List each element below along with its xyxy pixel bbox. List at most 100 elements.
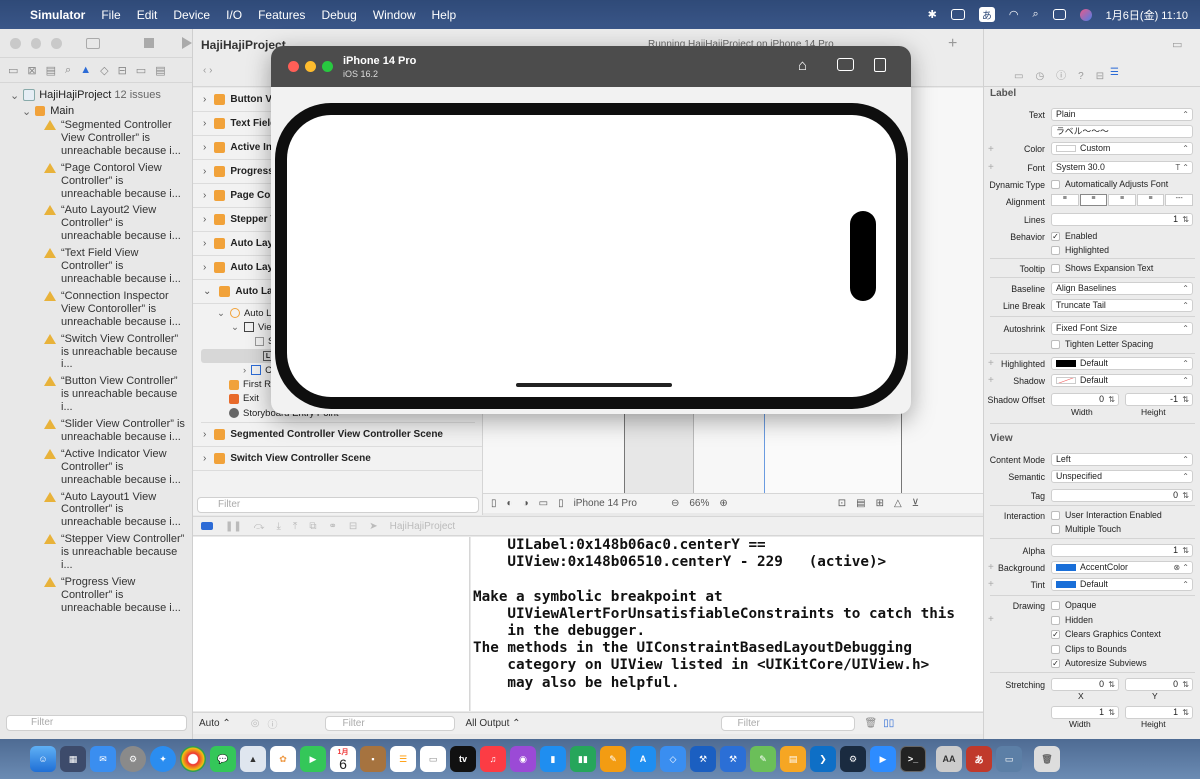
user-interaction-checkbox[interactable]: User Interaction Enabled bbox=[1051, 510, 1162, 520]
chevron-right-icon[interactable]: › bbox=[203, 453, 206, 464]
outline-toggle-icon[interactable]: ▯ bbox=[491, 498, 497, 509]
hide-debug-icon[interactable] bbox=[201, 522, 213, 530]
info-icon[interactable]: ⓘ bbox=[267, 716, 277, 731]
outline-scene-row[interactable]: › Switch View Controller Scene bbox=[193, 447, 482, 472]
tooltip-checkbox[interactable]: Shows Expansion Text bbox=[1051, 263, 1153, 273]
issue-item[interactable]: “Progress View Controller” is unreachabl… bbox=[0, 576, 192, 615]
vscode-icon[interactable]: ❯ bbox=[810, 746, 836, 772]
zoom-level[interactable]: 66% bbox=[689, 498, 709, 509]
app-store-icon[interactable]: A bbox=[630, 746, 656, 772]
enabled-checkbox[interactable]: ✓ Enabled bbox=[1051, 231, 1097, 241]
dynamic-type-checkbox[interactable]: Automatically Adjusts Font bbox=[1051, 179, 1168, 189]
issue-item[interactable]: “Button View Controller” is unreachable … bbox=[0, 375, 192, 414]
issue-item[interactable]: “Segmented Controller View Controller” i… bbox=[0, 119, 192, 158]
appearance-icon[interactable]: ◑ bbox=[523, 498, 529, 509]
text-edit-icon[interactable]: ✎ bbox=[750, 746, 776, 772]
instruments-icon[interactable]: ⚒ bbox=[720, 746, 746, 772]
music-icon[interactable]: ♫ bbox=[480, 746, 506, 772]
align-justify-icon[interactable]: ≡ bbox=[1136, 194, 1165, 206]
outline-scene-row[interactable]: › Segmented Controller View Controller Sc… bbox=[193, 423, 482, 448]
facetime-icon[interactable]: ▶ bbox=[300, 746, 326, 772]
menu-io[interactable]: I/O bbox=[226, 8, 242, 22]
font-field[interactable]: System 30.0 T ⌃ bbox=[1051, 161, 1193, 174]
stretch-width-stepper[interactable]: 1 ⇅ bbox=[1051, 706, 1119, 719]
color-select[interactable]: Custom ⌃ bbox=[1051, 142, 1193, 155]
safari-icon[interactable]: ✦ bbox=[150, 746, 176, 772]
tag-stepper[interactable]: 0 ⇅ bbox=[1051, 489, 1193, 502]
zoom-window-button[interactable] bbox=[51, 37, 62, 49]
calendar-icon[interactable]: 1月 6 bbox=[330, 746, 356, 772]
wifi-icon[interactable]: ◠ bbox=[1009, 8, 1019, 21]
chevron-down-icon[interactable]: ⌄ bbox=[203, 286, 211, 297]
alignment-control[interactable]: ≡ ≡ ≡ ≡ --- bbox=[1051, 194, 1193, 206]
issue-item[interactable]: “Stepper View Controller” is unreachable… bbox=[0, 533, 192, 572]
issue-item[interactable]: “Text Field View Controller” is unreacha… bbox=[0, 247, 192, 286]
add-variation-icon[interactable]: + bbox=[988, 614, 994, 625]
issue-item[interactable]: “Auto Layout2 View Controller” is unreac… bbox=[0, 204, 192, 243]
messages-icon[interactable]: 💬 bbox=[210, 746, 236, 772]
output-mode-select[interactable]: All Output ⌃ bbox=[465, 718, 520, 729]
keynote-icon[interactable]: ▮ bbox=[540, 746, 566, 772]
content-mode-select[interactable]: Left ⌃ bbox=[1051, 453, 1193, 466]
battery-icon[interactable] bbox=[950, 9, 965, 20]
view-debugger-icon[interactable]: ⧉ bbox=[309, 521, 316, 532]
finder-icon[interactable]: ☺ bbox=[30, 746, 56, 772]
jump-back-icon[interactable]: ‹ › bbox=[203, 65, 212, 76]
debug-icon[interactable]: ⊟ bbox=[118, 64, 127, 77]
highlighted-checkbox[interactable]: Highlighted bbox=[1051, 245, 1109, 255]
resolve-icon[interactable]: △ bbox=[894, 498, 902, 509]
preview-icon[interactable]: ▭ bbox=[996, 746, 1022, 772]
chevron-down-icon[interactable]: ⌄ bbox=[10, 89, 19, 102]
test-icon[interactable]: ◇ bbox=[100, 64, 108, 77]
minimize-window-button[interactable] bbox=[30, 37, 42, 49]
outline-filter[interactable]: Filter bbox=[197, 497, 479, 513]
home-icon[interactable]: ⌂ bbox=[798, 57, 807, 74]
step-in-icon[interactable]: ⤓ bbox=[276, 521, 280, 532]
settings-icon[interactable]: ⚙ bbox=[120, 746, 146, 772]
stretch-height-stepper[interactable]: 1 ⇅ bbox=[1125, 706, 1193, 719]
chevron-right-icon[interactable]: › bbox=[203, 214, 206, 225]
podcasts-icon[interactable]: ◉ bbox=[510, 746, 536, 772]
chevron-right-icon[interactable]: › bbox=[203, 94, 206, 105]
shadow-width-stepper[interactable]: 0 ⇅ bbox=[1051, 393, 1119, 406]
issue-item[interactable]: “Connection Inspector View Contoroller” … bbox=[0, 290, 192, 329]
update-frames-icon[interactable]: ⊡ bbox=[838, 498, 846, 509]
background-color-select[interactable]: AccentColor ⊗ ⌃ bbox=[1051, 561, 1193, 574]
location-icon[interactable]: ➤ bbox=[369, 521, 377, 532]
freeform-icon[interactable]: ▭ bbox=[420, 746, 446, 772]
xcode-icon[interactable]: ⚒ bbox=[690, 746, 716, 772]
device-name[interactable]: iPhone 14 Pro bbox=[574, 498, 637, 509]
align-icon[interactable]: ▤ bbox=[856, 498, 865, 509]
trash-can-icon[interactable]: 🗑 bbox=[1034, 746, 1060, 772]
zoom-app-icon[interactable]: ▶ bbox=[870, 746, 896, 772]
report-icon[interactable]: ▤ bbox=[155, 64, 165, 77]
issue-item[interactable]: “Slider View Controller” is unreachable … bbox=[0, 418, 192, 444]
zoom-out-icon[interactable]: ⊖ bbox=[671, 498, 679, 509]
menu-help[interactable]: Help bbox=[432, 8, 457, 22]
launchpad-icon[interactable]: ▦ bbox=[60, 746, 86, 772]
close-window-button[interactable] bbox=[10, 37, 21, 49]
symbol-icon[interactable]: ▤ bbox=[46, 64, 56, 77]
menu-app-name[interactable]: Simulator bbox=[30, 8, 85, 22]
memory-graph-icon[interactable]: ⚭ bbox=[328, 521, 336, 532]
text-value-field[interactable]: ラベル〜〜〜 bbox=[1051, 125, 1193, 138]
issue-item[interactable]: “Auto Layout1 View Controller” is unreac… bbox=[0, 491, 192, 530]
chevron-down-icon[interactable]: ⌄ bbox=[22, 105, 31, 118]
close-simulator-button[interactable] bbox=[288, 61, 299, 72]
menu-file[interactable]: File bbox=[101, 8, 120, 22]
menu-debug[interactable]: Debug bbox=[321, 8, 356, 22]
add-variation-icon[interactable]: + bbox=[988, 579, 994, 590]
navigator-filter[interactable]: Filter bbox=[6, 715, 187, 731]
chevron-right-icon[interactable]: › bbox=[203, 166, 206, 177]
menu-features[interactable]: Features bbox=[258, 8, 305, 22]
issue-item[interactable]: “Active Indicator View Controller” is un… bbox=[0, 448, 192, 487]
clears-graphics-checkbox[interactable]: ✓ Clears Graphics Context bbox=[1051, 629, 1161, 639]
issue-project-row[interactable]: ⌄ HajiHajiProject 12 issues bbox=[0, 87, 192, 103]
bluetooth-icon[interactable]: ✱ bbox=[928, 8, 937, 21]
text-type-select[interactable]: Plain ⌃ bbox=[1051, 108, 1193, 121]
split-view-icon[interactable]: ▯▯ bbox=[883, 718, 894, 729]
clips-to-bounds-checkbox[interactable]: Clips to Bounds bbox=[1051, 644, 1127, 654]
siri-icon[interactable] bbox=[1079, 8, 1092, 21]
attributes-tab-icon[interactable]: ☰ bbox=[1110, 67, 1119, 78]
run-icon[interactable] bbox=[182, 37, 192, 49]
